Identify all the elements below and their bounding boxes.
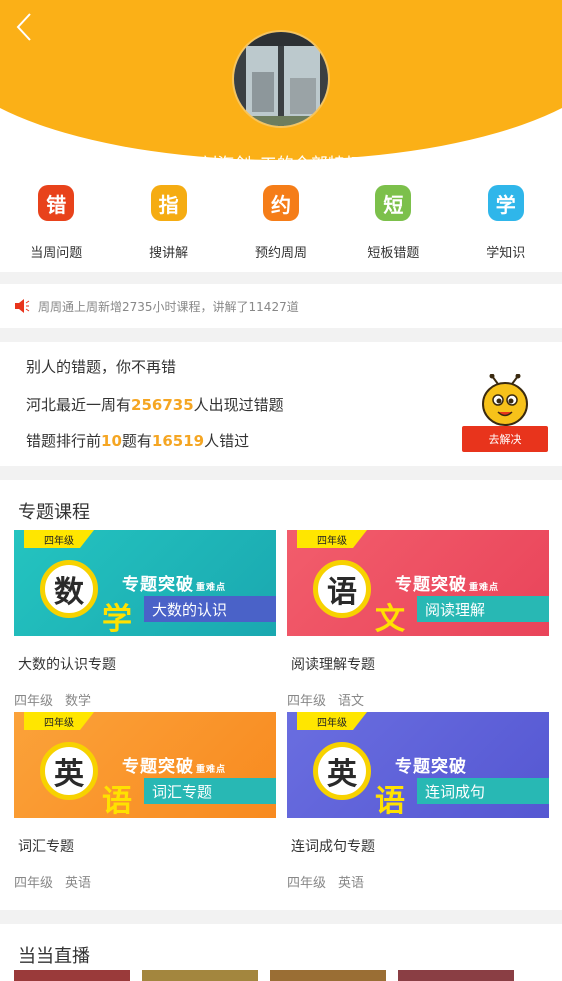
live-thumbnail[interactable] — [398, 970, 514, 981]
course-banner[interactable]: 四年级语文 专题突破 重难点 阅读理解 — [287, 530, 549, 636]
user-privileges-title: 刘海剑_工的全部特权 — [200, 155, 362, 175]
live-title: 当当直播 — [18, 946, 90, 967]
course-banner[interactable]: 四年级英语 专题突破 连词成句 — [287, 712, 549, 818]
course-tags: 四年级 英语 — [287, 872, 549, 891]
privilege-row: 错当周问题指搜讲解约预约周周短短板错题学学知识 — [0, 176, 562, 272]
course-subject: 语文 — [338, 694, 365, 709]
course-subject: 英语 — [65, 876, 92, 891]
privilege-label: 当周问题 — [30, 246, 83, 261]
profile-header: 刘海剑_工的全部特权 — [0, 0, 562, 176]
avatar[interactable] — [232, 30, 330, 128]
point-icon: 指 — [150, 185, 187, 221]
speaker-icon — [15, 299, 30, 313]
avatar-photo — [234, 32, 328, 126]
privilege-item[interactable]: 约预约周周 — [225, 176, 337, 272]
course-card[interactable]: 四年级数学专题突破 重难点 大数的认识 大数的认识专题 四年级 数学 — [14, 530, 276, 709]
mistakes-region-stat: 河北最近一周有256735人出现过错题 — [26, 396, 284, 414]
course-title[interactable]: 词汇专题 — [18, 836, 276, 856]
course-tags: 四年级 语文 — [287, 690, 549, 709]
course-banner[interactable]: 四年级英语 专题突破 重难点 词汇专题 — [14, 712, 276, 818]
course-subject: 英语 — [338, 876, 365, 891]
banner-strip: 大数的认识 — [144, 596, 276, 622]
banner-strip: 词汇专题 — [144, 778, 276, 804]
course-title[interactable]: 阅读理解专题 — [291, 654, 549, 674]
course-subject: 数学 — [65, 694, 92, 709]
course-tags: 四年级 英语 — [14, 872, 276, 891]
weakness-icon: 短 — [375, 185, 412, 221]
live-thumbnail[interactable] — [270, 970, 386, 981]
privilege-item[interactable]: 错当周问题 — [0, 176, 112, 272]
subject-badge-sub: 语 — [102, 784, 132, 818]
subject-badge: 数 — [40, 560, 98, 618]
privilege-label: 学知识 — [486, 246, 526, 261]
privilege-item[interactable]: 学学知识 — [450, 176, 562, 272]
subject-badge-sub: 语 — [375, 784, 405, 818]
live-thumbnail[interactable] — [14, 970, 130, 981]
mistakes-rank-stat: 错题排行前10题有16519人错过 — [26, 432, 250, 450]
chevron-left-icon — [16, 13, 31, 41]
subject-badge: 英 — [40, 742, 98, 800]
study-icon: 学 — [487, 185, 524, 221]
mistakes-slogan: 别人的错题，你不再错 — [26, 358, 177, 376]
banner-heading: 专题突破 — [395, 757, 467, 777]
privilege-item[interactable]: 短短板错题 — [337, 176, 449, 272]
subject-badge: 语 — [313, 560, 371, 618]
privilege-item[interactable]: 指搜讲解 — [112, 176, 224, 272]
banner-strip: 阅读理解 — [417, 596, 549, 622]
subject-badge-sub: 学 — [102, 602, 132, 636]
privilege-label: 预约周周 — [254, 246, 307, 261]
course-card[interactable]: 四年级英语专题突破 连词成句 连词成句专题 四年级 英语 — [287, 712, 549, 891]
grade-tag: 四年级 — [297, 530, 367, 548]
grade-tag: 四年级 — [24, 712, 94, 730]
privilege-label: 短板错题 — [367, 246, 420, 261]
course-title[interactable]: 大数的认识专题 — [18, 654, 276, 674]
notice-bar[interactable]: 周周通上周新增2735小时课程，讲解了11427道 — [0, 284, 562, 328]
appointment-icon: 约 — [262, 185, 299, 221]
banner-strip: 连词成句 — [417, 778, 549, 804]
live-thumbnail[interactable] — [142, 970, 258, 981]
course-tags: 四年级 数学 — [14, 690, 276, 709]
grade-tag: 四年级 — [24, 530, 94, 548]
privilege-label: 搜讲解 — [149, 246, 189, 261]
subject-badge: 英 — [313, 742, 371, 800]
error-icon: 错 — [38, 185, 75, 221]
back-button[interactable] — [10, 10, 40, 44]
notice-text: 周周通上周新增2735小时课程，讲解了11427道 — [38, 299, 299, 314]
rank-count: 16519 — [151, 432, 205, 450]
subject-badge-sub: 文 — [375, 602, 405, 636]
solve-button[interactable]: 去解决 — [462, 426, 548, 452]
grade-tag: 四年级 — [297, 712, 367, 730]
course-grade: 四年级 — [287, 694, 327, 709]
course-grade: 四年级 — [287, 876, 327, 891]
rank-top: 10 — [101, 432, 122, 450]
course-card[interactable]: 四年级语文专题突破 重难点 阅读理解 阅读理解专题 四年级 语文 — [287, 530, 549, 709]
region-count: 256735 — [131, 396, 194, 414]
course-grade: 四年级 — [14, 694, 54, 709]
courses-title: 专题课程 — [18, 502, 90, 523]
course-title[interactable]: 连词成句专题 — [291, 836, 549, 856]
banner-heading: 专题突破 重难点 — [122, 575, 227, 595]
bee-mascot-icon — [482, 374, 528, 426]
banner-heading: 专题突破 重难点 — [395, 575, 500, 595]
course-banner[interactable]: 四年级数学 专题突破 重难点 大数的认识 — [14, 530, 276, 636]
courses-section: 专题课程 四年级数学专题突破 重难点 大数的认识 大数的认识专题 四年级 数学 四年级语文专… — [0, 480, 562, 910]
course-card[interactable]: 四年级英语专题突破 重难点 词汇专题 词汇专题 四年级 英语 — [14, 712, 276, 891]
live-section: 当当直播 — [0, 924, 562, 981]
course-grade: 四年级 — [14, 876, 54, 891]
banner-heading: 专题突破 重难点 — [122, 757, 227, 777]
